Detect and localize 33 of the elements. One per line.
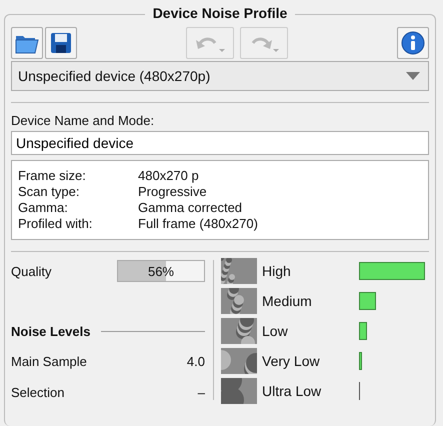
detail-value: Gamma corrected (138, 200, 242, 216)
dropdown-arrow-icon (406, 72, 420, 80)
detail-label: Gamma: (18, 200, 69, 216)
detail-label: Profiled with: (18, 216, 94, 232)
detail-value: Progressive (138, 184, 207, 200)
noise-level-value: 4.0 (186, 354, 205, 369)
device-name-label: Device Name and Mode: (11, 113, 156, 128)
panel-title: Device Noise Profile (144, 5, 296, 21)
noise-level-label: Main Sample (11, 354, 87, 369)
device-dropdown[interactable]: Unspecified device (480x270p) (11, 61, 429, 91)
quality-reading: 56% (148, 264, 175, 278)
open-button[interactable] (11, 27, 43, 59)
band-level-bar (359, 292, 376, 310)
noise-levels-heading: Noise Levels (11, 324, 90, 338)
noise-level-label: Selection (11, 385, 64, 400)
band-level-bar (359, 322, 367, 340)
band-label: High (262, 263, 292, 279)
noise-level-value: – (198, 385, 205, 400)
detail-label: Scan type: (18, 184, 80, 200)
info-button[interactable] (397, 27, 429, 59)
band-label: Low (262, 323, 289, 339)
detail-label: Frame size: (18, 168, 87, 184)
band-label: Medium (262, 293, 313, 309)
save-button[interactable] (45, 27, 77, 59)
detail-value: 480x270 p (138, 168, 199, 184)
detail-value: Full frame (480x270) (138, 216, 258, 232)
info-icon (401, 31, 425, 55)
device-name-field[interactable]: Unspecified device (11, 131, 429, 155)
band-level-bar (359, 352, 362, 370)
band-label: Ultra Low (262, 383, 322, 399)
quality-label: Quality (11, 264, 52, 278)
band-level-bar (359, 262, 425, 280)
band-label: Very Low (262, 353, 321, 369)
